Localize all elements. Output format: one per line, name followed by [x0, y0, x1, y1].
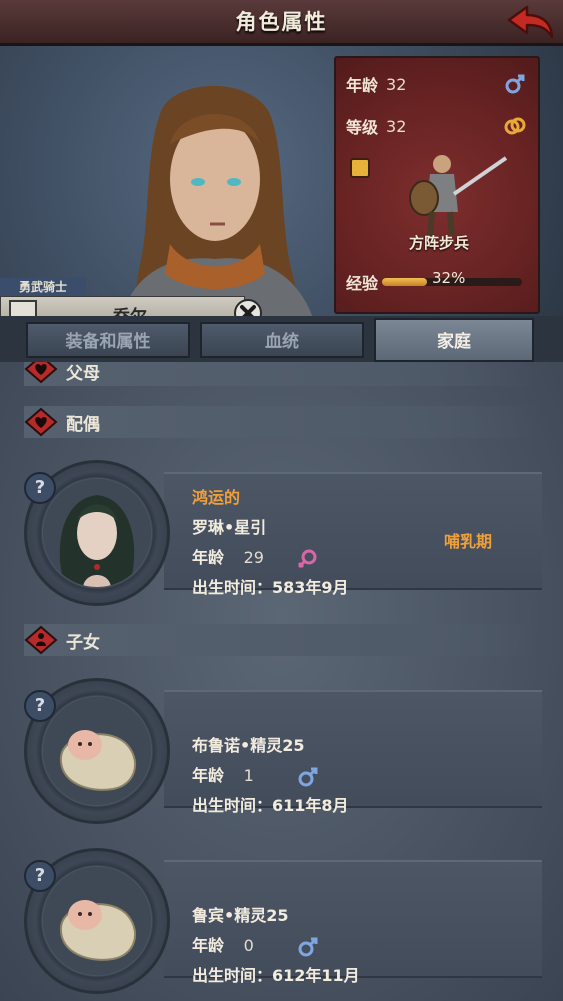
spouse-header[interactable]: 配偶	[24, 406, 538, 438]
spouse-avatar	[43, 479, 151, 587]
heart-icon	[24, 407, 58, 437]
child-card[interactable]: ? 布鲁诺•精灵25 年龄 1 出生时间：611年8月	[24, 678, 542, 824]
child-age: 1	[243, 766, 254, 785]
unit-figure-icon	[409, 155, 508, 237]
spouse-status: 哺乳期	[444, 532, 493, 551]
age-label: 年龄	[346, 76, 379, 95]
exp-percent: 32%	[432, 269, 466, 287]
spouse-age-label: 年龄	[192, 548, 225, 567]
stats-panel: 年龄 32 等级 32 方阵步兵 经验 32%	[334, 56, 540, 314]
unit-name: 方阵步兵	[408, 234, 469, 252]
help-icon[interactable]: ?	[24, 860, 56, 892]
male-icon	[298, 767, 318, 786]
heart-icon	[24, 362, 58, 384]
child-name: 鲁宾•精灵25	[192, 906, 289, 925]
children-title: 子女	[66, 633, 100, 653]
parents-header[interactable]: 父母	[24, 362, 538, 386]
child-age: 0	[243, 936, 254, 955]
child-avatar	[43, 867, 151, 975]
spouse-age-row: 年龄 29	[192, 544, 318, 570]
level-value: 32	[386, 116, 407, 136]
title-bar: 角色属性	[0, 0, 563, 46]
child-card[interactable]: ? 鲁宾•精灵25 年龄 0 出生时间：612年11月	[24, 848, 542, 994]
age-value: 32	[386, 74, 407, 94]
age-row: 年龄 32	[346, 72, 406, 96]
spouse-birth: 出生时间：583年9月	[192, 578, 349, 597]
rank-tag: 勇武骑士	[0, 278, 86, 296]
parents-title: 父母	[66, 364, 100, 384]
child-name: 布鲁诺•精灵25	[192, 736, 305, 755]
help-icon[interactable]: ?	[24, 472, 56, 504]
unit-class-badge	[350, 158, 370, 178]
child-age-label: 年龄	[192, 936, 225, 955]
help-icon[interactable]: ?	[24, 690, 56, 722]
exp-label: 经验	[346, 274, 379, 293]
page-title: 角色属性	[235, 10, 328, 34]
child-birth: 出生时间：612年11月	[192, 966, 360, 985]
child-avatar	[43, 697, 151, 805]
tab-bar: 装备和属性 血统 家庭	[0, 316, 563, 362]
rings-icon	[504, 117, 526, 135]
child-age-row: 年龄 0	[192, 932, 319, 958]
level-label: 等级	[346, 118, 379, 137]
children-header[interactable]: 子女	[24, 624, 538, 656]
child-age-row: 年龄 1	[192, 762, 319, 788]
male-icon	[298, 937, 318, 956]
back-arrow-icon[interactable]	[505, 4, 555, 42]
family-content: 父母 配偶 ? 鸿运的 罗琳•星引 年龄 29 出生时间：583年9月 哺乳期 …	[0, 362, 563, 1001]
exp-row: 经验 32%	[346, 269, 532, 294]
exp-bar-fill	[382, 278, 427, 286]
child-age-label: 年龄	[192, 766, 225, 785]
child-birth: 出生时间：611年8月	[192, 796, 349, 815]
spouse-card[interactable]: ? 鸿运的 罗琳•星引 年龄 29 出生时间：583年9月 哺乳期	[24, 460, 542, 606]
tab-bloodline[interactable]: 血统	[200, 322, 364, 358]
exp-bar: 32%	[382, 269, 523, 287]
tab-family[interactable]: 家庭	[374, 318, 534, 362]
female-icon	[297, 549, 317, 568]
child-icon	[24, 625, 58, 655]
male-icon	[505, 74, 525, 94]
level-row: 等级 32	[346, 114, 406, 138]
spouse-age: 29	[243, 548, 264, 567]
tab-equipment[interactable]: 装备和属性	[26, 322, 190, 358]
character-portrait	[121, 85, 314, 320]
spouse-title: 配偶	[66, 415, 100, 435]
spouse-trait: 鸿运的	[192, 488, 241, 507]
spouse-name: 罗琳•星引	[192, 518, 267, 537]
